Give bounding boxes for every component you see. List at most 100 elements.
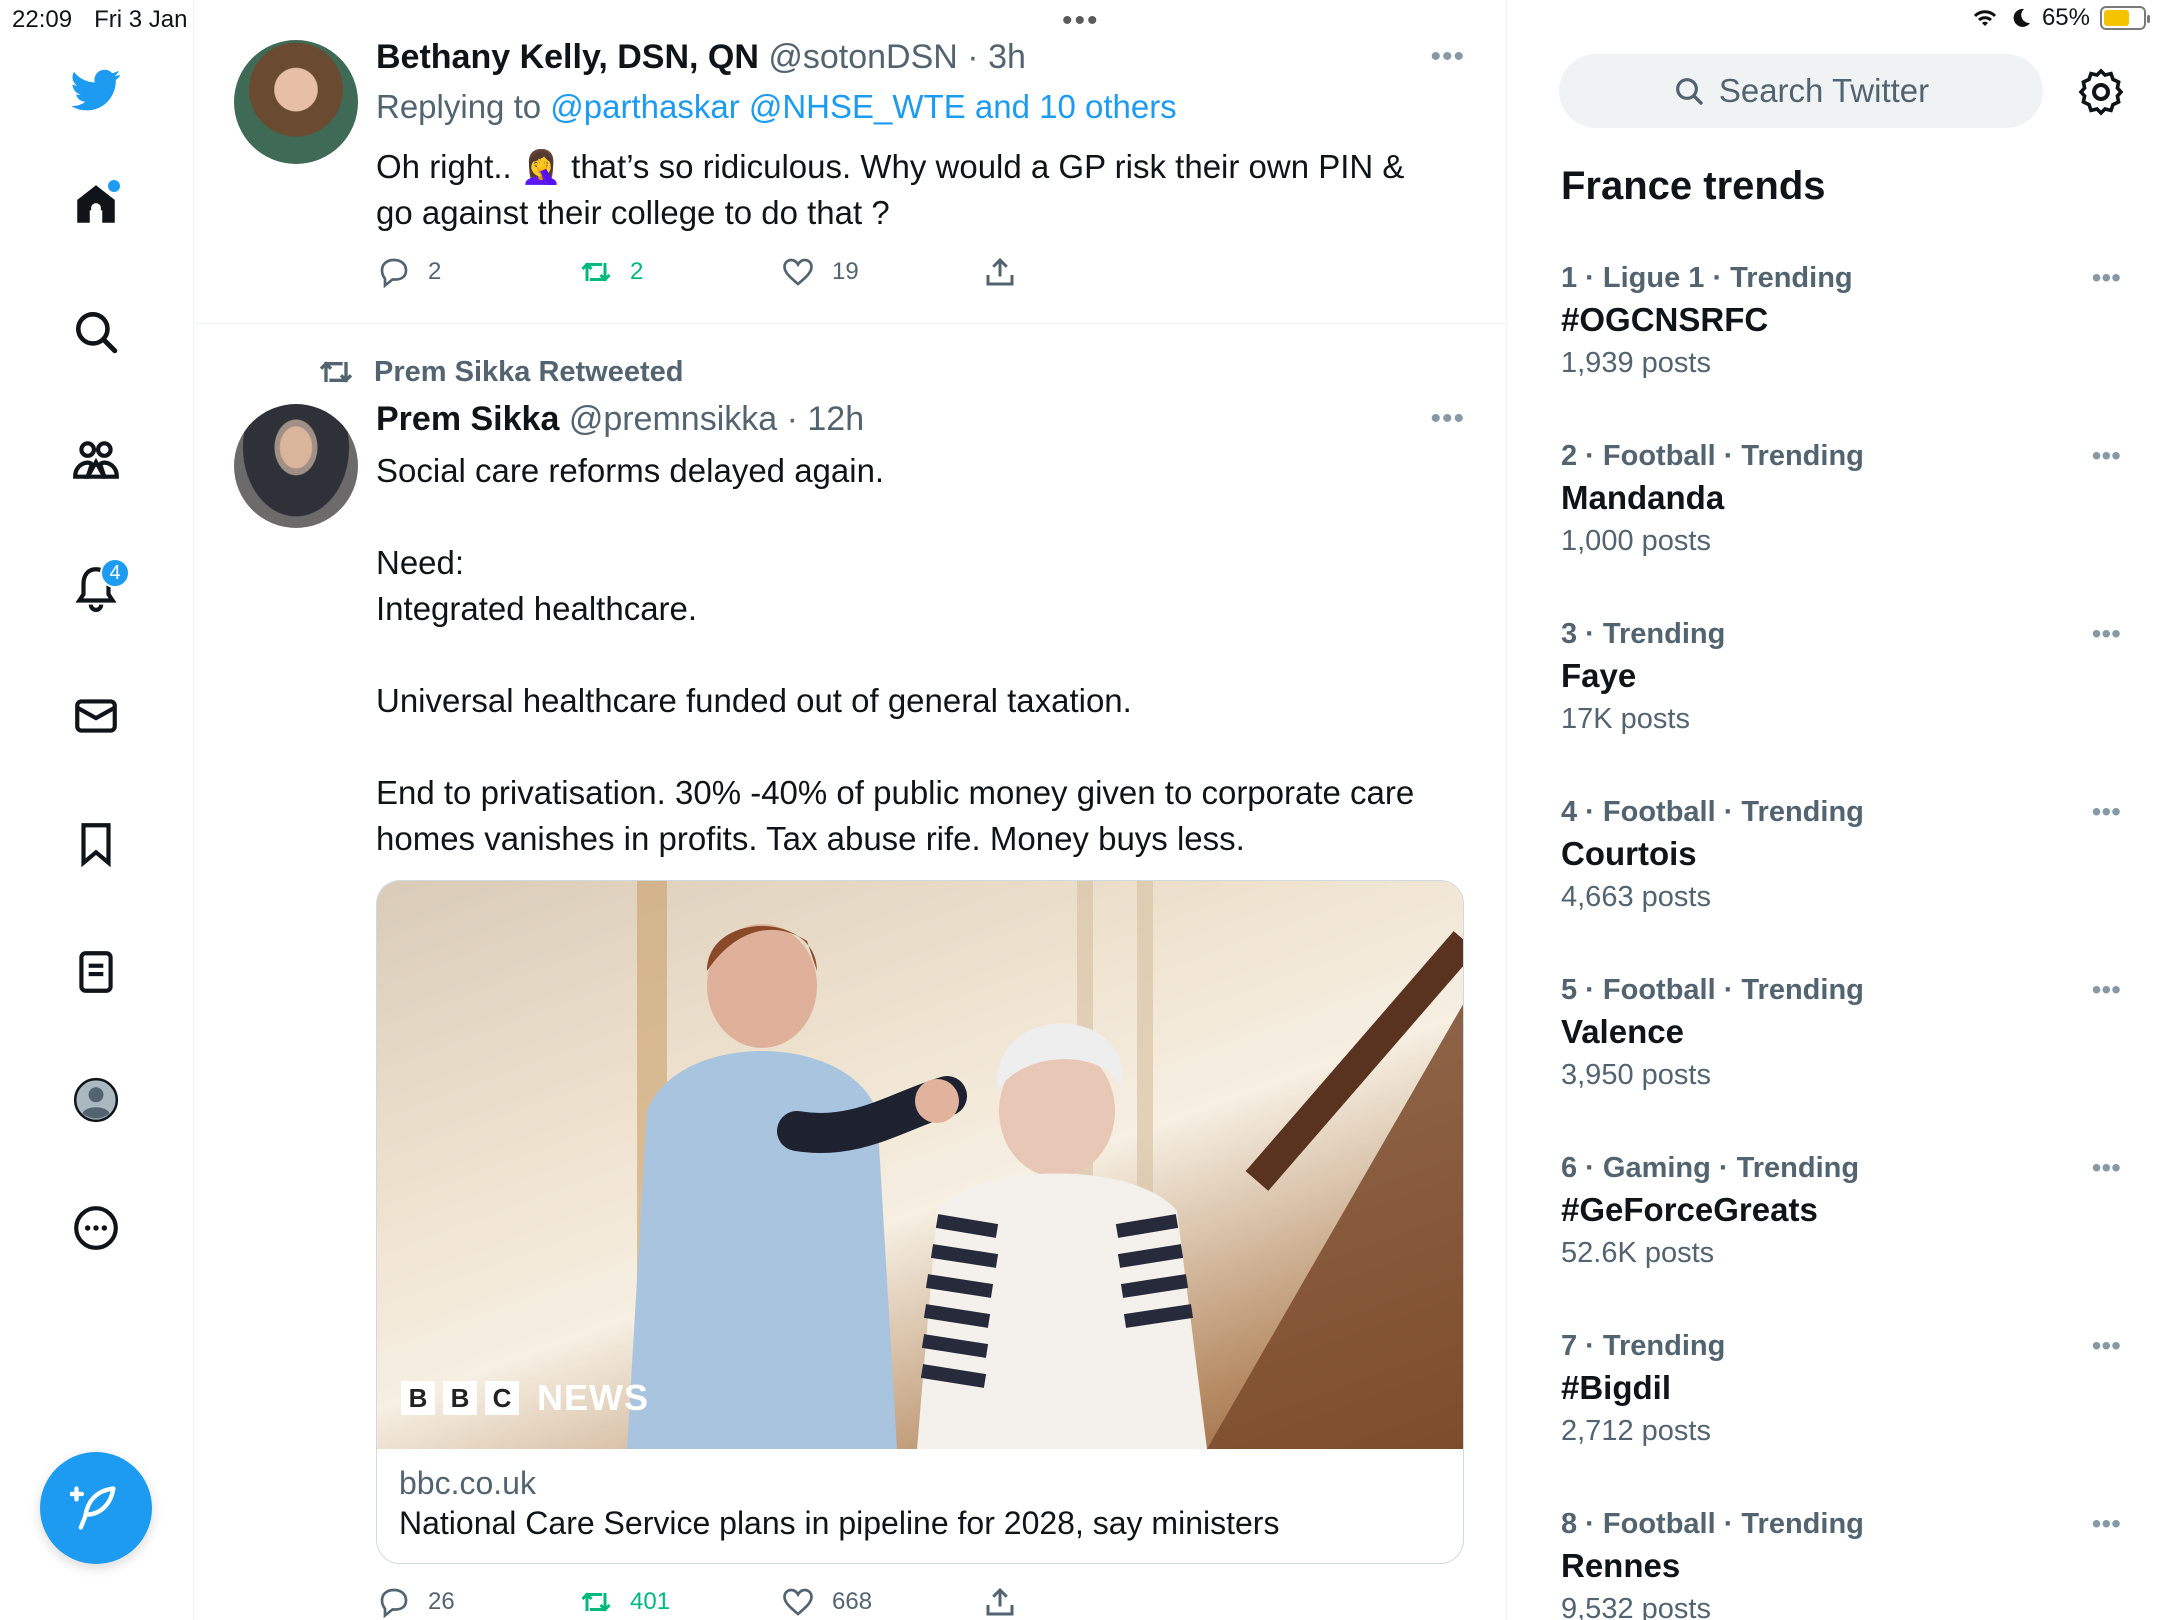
link-card-title: National Care Service plans in pipeline … [399, 1505, 1280, 1541]
replying-to-prefix: Replying to [376, 88, 551, 125]
trend-meta: 1 · Ligue 1 · Trending [1561, 262, 1853, 294]
replying-to-users[interactable]: @parthaskar @NHSE_WTE and 10 others [550, 88, 1176, 125]
search-icon [76, 312, 118, 354]
search-placeholder: Search Twitter [1718, 72, 1930, 109]
bbc-logo-news: NEWS [537, 1377, 649, 1418]
trend-more-icon[interactable]: ••• [2092, 974, 2121, 1006]
nav-profile[interactable] [60, 1064, 132, 1136]
reply-icon [380, 258, 408, 289]
retweeted-by[interactable]: Prem Sikka Retweeted [316, 352, 683, 392]
replying-to: Replying to @parthaskar @NHSE_WTE and 10… [376, 88, 1177, 126]
author-handle[interactable]: @sotonDSN [768, 38, 957, 76]
gear-icon[interactable] [2077, 68, 2125, 116]
communities-icon [73, 441, 119, 479]
author-name[interactable]: Bethany Kelly, DSN, QN [376, 38, 759, 76]
compose-feather-icon [70, 1486, 116, 1530]
trend-item[interactable]: 3 · Trending Faye 17K posts ••• [1561, 618, 2121, 736]
retweet-icon [581, 262, 611, 282]
tweet-more-icon[interactable]: ••• [1430, 40, 1465, 74]
trend-more-icon[interactable]: ••• [2092, 440, 2121, 472]
trend-post-count: 9,532 posts [1561, 1593, 1711, 1620]
trend-item[interactable]: 5 · Football · Trending Valence 3,950 po… [1561, 974, 2121, 1092]
nav-communities[interactable] [60, 424, 132, 496]
trend-more-icon[interactable]: ••• [2092, 262, 2121, 294]
tweet-bethany-kelly[interactable]: Bethany Kelly, DSN, QN @sotonDSN · 3h ••… [194, 0, 1506, 323]
trend-name: #GeForceGreats [1561, 1191, 1818, 1228]
avatar[interactable] [234, 404, 358, 528]
trend-post-count: 1,000 posts [1561, 525, 1711, 557]
trend-name: Faye [1561, 657, 1637, 694]
retweeted-by-label: Prem Sikka Retweeted [374, 355, 684, 388]
author-name[interactable]: Prem Sikka [376, 400, 559, 438]
heart-icon [783, 1588, 813, 1616]
reply-count: 2 [428, 258, 442, 285]
bbc-news-logo: B B C NEWS [401, 1377, 649, 1419]
trend-name: #Bigdil [1561, 1369, 1672, 1406]
tweet-time[interactable]: · 3h [967, 38, 1026, 76]
like-count: 668 [832, 1588, 873, 1615]
tweet-actions: 26 401 668 [376, 1584, 1184, 1620]
twitter-logo[interactable] [60, 54, 132, 126]
trend-meta: 6 · Gaming · Trending [1561, 1152, 1860, 1184]
trend-more-icon[interactable]: ••• [2092, 1330, 2121, 1362]
trend-item[interactable]: 2 · Football · Trending Mandanda 1,000 p… [1561, 440, 2121, 558]
nav-messages[interactable] [60, 680, 132, 752]
tweet-text: Oh right.. 🤦‍♀️ that’s so ridiculous. Wh… [376, 148, 1405, 231]
trend-more-icon[interactable]: ••• [2092, 1152, 2121, 1184]
nav-home[interactable] [60, 168, 132, 240]
compose-tweet-button[interactable] [40, 1452, 152, 1564]
trend-item[interactable]: 6 · Gaming · Trending #GeForceGreats 52.… [1561, 1152, 2121, 1270]
trend-item[interactable]: 7 · Trending #Bigdil 2,712 posts ••• [1561, 1330, 2121, 1448]
search-input[interactable]: Search Twitter [1559, 54, 2043, 128]
retweet-button[interactable]: 2 [578, 254, 780, 290]
reply-button[interactable]: 26 [376, 1584, 578, 1620]
like-button[interactable]: 668 [780, 1584, 982, 1620]
tweet-more-icon[interactable]: ••• [1430, 402, 1465, 436]
trend-more-icon[interactable]: ••• [2092, 618, 2121, 650]
link-card[interactable]: B B C NEWS bbc.co.uk National Care Servi… [376, 880, 1464, 1564]
nav-more[interactable] [60, 1192, 132, 1264]
trend-more-icon[interactable]: ••• [2092, 796, 2121, 828]
trend-meta: 2 · Football · Trending [1561, 440, 1864, 472]
notifications-badge: 4 [100, 558, 130, 588]
bbc-logo-letter: C [485, 1381, 519, 1415]
more-circle-icon [74, 1206, 118, 1250]
nav-lists[interactable] [60, 936, 132, 1008]
like-button[interactable]: 19 [780, 254, 982, 290]
right-sidebar: Search Twitter France trends 1 · Ligue 1… [1507, 0, 2160, 1620]
lists-icon [79, 951, 113, 993]
trend-post-count: 52.6K posts [1561, 1237, 1715, 1269]
timeline-feed: Bethany Kelly, DSN, QN @sotonDSN · 3h ••… [194, 0, 1507, 1620]
trend-name: Rennes [1561, 1547, 1681, 1584]
share-button[interactable] [982, 1584, 1184, 1620]
trend-more-icon[interactable]: ••• [2092, 1508, 2121, 1540]
author-handle[interactable]: @premnsikka [569, 400, 777, 438]
trend-post-count: 2,712 posts [1561, 1415, 1711, 1447]
trend-post-count: 17K posts [1561, 703, 1690, 735]
link-card-domain: bbc.co.uk [399, 1465, 536, 1501]
retweet-button[interactable]: 401 [578, 1584, 780, 1620]
trend-item[interactable]: 8 · Football · Trending Rennes 9,532 pos… [1561, 1508, 2121, 1620]
nav-explore[interactable] [60, 296, 132, 368]
trend-name: Courtois [1561, 835, 1697, 872]
retweet-icon [581, 1592, 611, 1612]
trends-heading: France trends [1561, 164, 1826, 208]
nav-notifications[interactable]: 4 [60, 552, 132, 624]
tweet-actions: 2 2 19 [376, 254, 1184, 290]
twitter-bird-icon [71, 69, 121, 111]
reply-count: 26 [428, 1588, 455, 1615]
tweet-time[interactable]: · 12h [787, 400, 865, 438]
trend-post-count: 3,950 posts [1561, 1059, 1711, 1091]
nav-bookmarks[interactable] [60, 808, 132, 880]
reply-button[interactable]: 2 [376, 254, 578, 290]
retweet-count: 401 [630, 1588, 671, 1615]
share-button[interactable] [982, 254, 1184, 290]
avatar[interactable] [234, 40, 358, 164]
heart-icon [783, 258, 813, 286]
retweet-icon [319, 361, 353, 383]
trend-item[interactable]: 1 · Ligue 1 · Trending #OGCNSRFC 1,939 p… [1561, 262, 2121, 380]
trend-post-count: 1,939 posts [1561, 347, 1711, 379]
trend-meta: 3 · Trending [1561, 618, 1726, 650]
trend-item[interactable]: 4 · Football · Trending Courtois 4,663 p… [1561, 796, 2121, 914]
search-icon [1675, 78, 1703, 105]
